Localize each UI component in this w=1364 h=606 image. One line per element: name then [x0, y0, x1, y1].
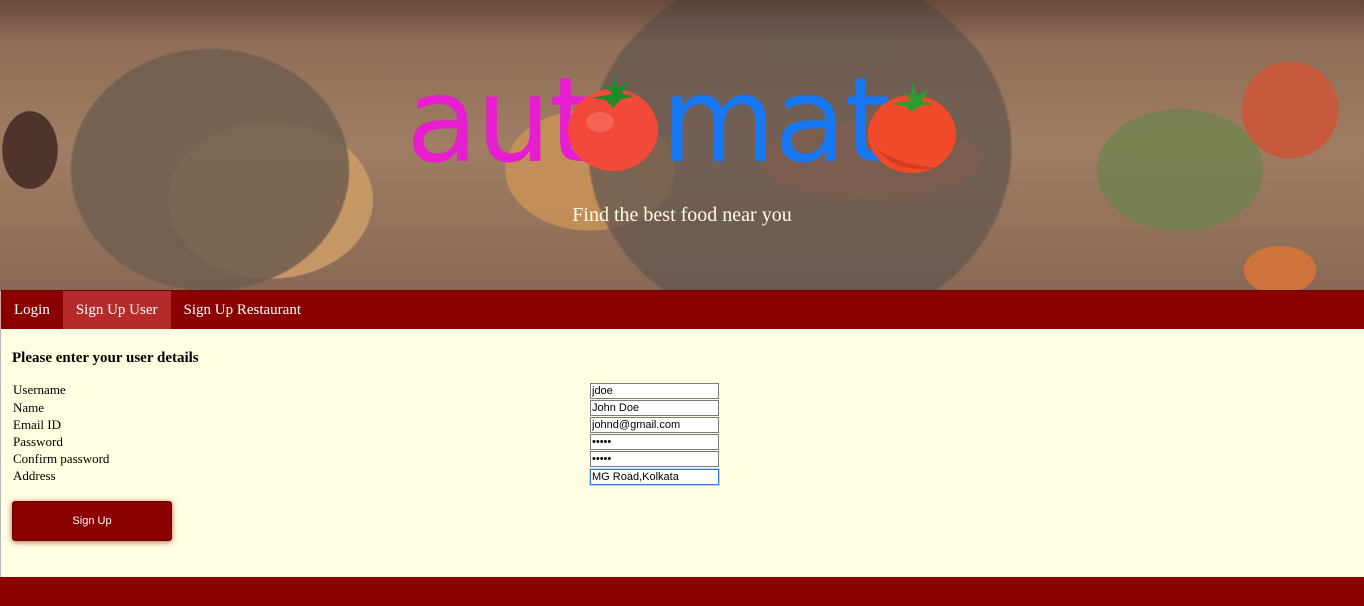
hero-shade — [0, 0, 1364, 40]
password-label: Password — [13, 434, 63, 449]
automato-logo: aut mat — [406, 51, 966, 189]
form-heading: Please enter your user details — [12, 350, 199, 366]
name-label: Name — [13, 400, 45, 415]
footer-bar — [0, 577, 1364, 606]
password-input[interactable] — [590, 434, 719, 450]
email-label: Email ID — [13, 417, 62, 432]
address-input[interactable] — [590, 469, 719, 485]
sign-up-button[interactable]: Sign Up — [12, 501, 172, 541]
email-input[interactable] — [590, 417, 719, 433]
address-label: Address — [13, 468, 56, 483]
confirm-password-input[interactable] — [590, 451, 719, 467]
nav-login[interactable]: Login — [1, 291, 63, 329]
nav-sign-up-restaurant[interactable]: Sign Up Restaurant — [171, 291, 315, 329]
signup-form: Please enter your user details Username … — [0, 329, 1364, 577]
tomato-icon — [868, 82, 956, 173]
username-input[interactable] — [590, 383, 719, 399]
tagline: Find the best food near you — [572, 204, 792, 226]
tomato-icon — [568, 74, 658, 171]
logo-text-part2: mat — [661, 51, 891, 189]
nav-sign-up-user[interactable]: Sign Up User — [62, 291, 171, 329]
hero-banner: aut mat Find the best food near you — [0, 0, 1364, 290]
name-input[interactable] — [590, 400, 719, 416]
main-nav: Login Sign Up User Sign Up Restaurant — [0, 290, 1364, 329]
confirm-password-label: Confirm password — [13, 451, 110, 466]
username-label: Username — [13, 382, 66, 397]
